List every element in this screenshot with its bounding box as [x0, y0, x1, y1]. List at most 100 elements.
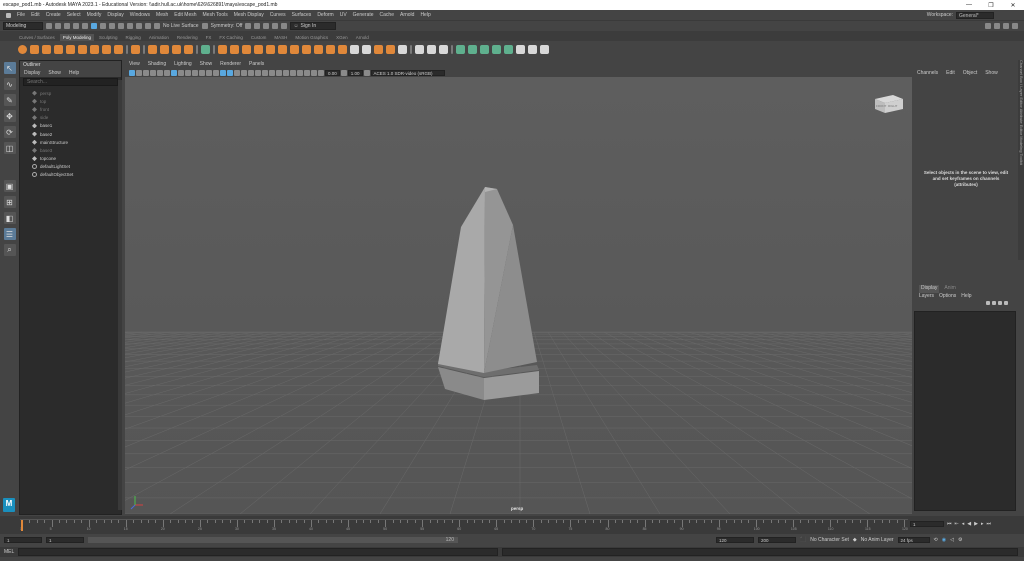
poly-disc-icon[interactable] [90, 44, 99, 54]
target-weld-icon[interactable] [362, 44, 371, 54]
shelf-tab-rendering[interactable]: Rendering [174, 34, 201, 41]
depth-of-field-icon[interactable] [283, 69, 289, 76]
poly-type-icon[interactable] [160, 44, 169, 54]
shelf-tab-rigging[interactable]: Rigging [123, 34, 144, 41]
ambient-occlusion-icon[interactable] [262, 69, 268, 76]
2d-pan-zoom-icon[interactable] [157, 69, 163, 76]
bookmarks-icon[interactable] [143, 69, 149, 76]
layer-help-menu[interactable]: Help [961, 293, 971, 301]
attribute-editor-icon[interactable] [994, 23, 1000, 29]
scale-tool-icon[interactable]: ◫ [3, 142, 16, 154]
move-layer-down-icon[interactable] [992, 301, 996, 305]
poly-cone-icon[interactable] [54, 44, 63, 54]
channel-box-icon[interactable] [1012, 23, 1018, 29]
layers-menu[interactable]: Layers [919, 293, 934, 301]
shelf-tab-custom[interactable]: Custom [248, 34, 270, 41]
viewport-menu-lighting[interactable]: Lighting [174, 61, 192, 67]
color-management-icon[interactable] [363, 69, 370, 76]
xray-icon[interactable] [297, 69, 303, 76]
menu-surfaces[interactable]: Surfaces [292, 12, 312, 18]
render-settings-icon[interactable] [263, 23, 270, 29]
grease-pencil-icon[interactable] [164, 69, 170, 76]
minimize-button[interactable]: — [958, 2, 980, 8]
shelf-tab-fx[interactable]: FX [203, 34, 215, 41]
step-back-frame-icon[interactable]: ◂ [962, 521, 965, 527]
poly-torus-icon[interactable] [66, 44, 75, 54]
outliner-layout-icon[interactable]: ☰ [3, 228, 16, 240]
sign-in-button[interactable]: ☺ Sign In [290, 22, 337, 30]
select-hierarchy-icon[interactable] [91, 23, 97, 29]
shelf-tab-mash[interactable]: MASH [271, 34, 290, 41]
bridge-icon[interactable] [290, 44, 299, 54]
open-scene-icon[interactable] [55, 23, 61, 29]
smooth-icon[interactable] [254, 44, 263, 54]
quad-draw-icon[interactable] [386, 44, 395, 54]
image-plane-icon[interactable] [150, 69, 156, 76]
crease-icon[interactable] [415, 44, 424, 54]
layout-uv-icon[interactable] [540, 44, 549, 54]
safe-action-icon[interactable] [206, 69, 212, 76]
loop-icon[interactable]: ⟲ [934, 537, 938, 543]
bevel-icon[interactable] [326, 44, 335, 54]
channels-menu[interactable]: Channels [917, 70, 938, 78]
paint-select-icon[interactable]: ✎ [3, 94, 16, 106]
grid-fill-icon[interactable] [201, 44, 210, 54]
shelf-tab-motion-graphics[interactable]: Motion Graphics [292, 34, 331, 41]
menu-set-dropdown[interactable]: Modeling [3, 22, 43, 30]
go-to-end-icon[interactable]: ⏭ [986, 521, 991, 527]
channel-show-menu[interactable]: Show [985, 70, 998, 78]
gamma-icon[interactable] [340, 69, 347, 76]
perspective-viewport[interactable]: FRONT RIGHT [125, 77, 912, 514]
tab-anim[interactable]: Anim [944, 285, 955, 293]
outliner-item[interactable]: side [20, 114, 121, 122]
outliner-scrollbar[interactable] [118, 80, 122, 510]
side-by-side-layout-icon[interactable]: ◧ [3, 212, 16, 224]
outliner-search-input[interactable]: Search... [23, 78, 118, 86]
redo-icon[interactable] [82, 23, 88, 29]
shadows-icon[interactable] [255, 69, 261, 76]
select-object-icon[interactable] [100, 23, 106, 29]
menu-windows[interactable]: Windows [130, 12, 150, 18]
search-icon[interactable]: ⌕ [3, 244, 16, 256]
automatic-mapping-icon[interactable] [504, 44, 513, 54]
command-input[interactable] [18, 548, 499, 556]
extract-icon[interactable] [184, 44, 193, 54]
wireframe-on-shaded-icon[interactable] [234, 69, 240, 76]
range-slider[interactable]: 120 [88, 536, 458, 543]
scene-start-field[interactable]: 1 [4, 536, 42, 543]
hypershade-icon[interactable] [272, 23, 279, 29]
gate-mask-icon[interactable] [192, 69, 198, 76]
viewport-menu-renderer[interactable]: Renderer [220, 61, 241, 67]
anim-layer-dropdown[interactable]: No Anim Layer [861, 537, 894, 543]
fill-hole-icon[interactable] [302, 44, 311, 54]
menu-file[interactable]: File [17, 12, 25, 18]
symmetry-icon[interactable] [201, 23, 208, 29]
combine-icon[interactable] [218, 44, 227, 54]
camera-attributes-icon[interactable] [136, 69, 142, 76]
resolution-gate-icon[interactable] [185, 69, 191, 76]
snap-surface-icon[interactable] [154, 23, 160, 29]
viewport-menu-show[interactable]: Show [200, 61, 213, 67]
textured-icon[interactable] [241, 69, 247, 76]
menu-modify[interactable]: Modify [87, 12, 102, 18]
script-language-label[interactable]: MEL [4, 549, 14, 555]
snap-curve-icon[interactable] [127, 23, 133, 29]
safe-title-icon[interactable] [213, 69, 219, 76]
select-tool-icon[interactable]: ↖ [3, 62, 16, 74]
go-to-start-icon[interactable]: ⏮ [947, 521, 952, 527]
select-component-icon[interactable] [109, 23, 115, 29]
anti-aliasing-icon[interactable] [276, 69, 282, 76]
spherical-mapping-icon[interactable] [492, 44, 501, 54]
auto-key-icon[interactable]: ◉ [942, 537, 946, 543]
single-perspective-layout-icon[interactable]: ▣ [3, 180, 16, 192]
outliner-item[interactable]: base3 [20, 146, 121, 154]
poly-cylinder-icon[interactable] [42, 44, 51, 54]
menu-mesh-tools[interactable]: Mesh Tools [203, 12, 228, 18]
outliner-item[interactable]: base2 [20, 130, 121, 138]
connect-icon[interactable] [374, 44, 383, 54]
poly-cube-icon[interactable] [30, 44, 39, 54]
outliner-item[interactable]: defaultObjectSet [20, 171, 121, 179]
render-setup-icon[interactable] [281, 23, 288, 29]
multi-cut-icon[interactable] [350, 44, 359, 54]
modeling-toolkit-icon[interactable] [985, 23, 991, 29]
